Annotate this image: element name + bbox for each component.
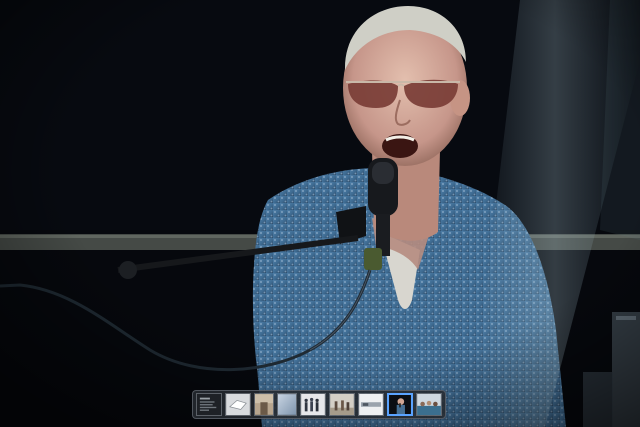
thumbnail-group-photo-icon[interactable] [300, 393, 326, 416]
main-photo [0, 0, 640, 427]
thumbnail-blue-gradient-icon[interactable] [277, 393, 297, 416]
thumbnail-crowd-icon[interactable] [416, 393, 442, 416]
image-viewer [0, 0, 640, 427]
thumbnail-singer-icon[interactable] [387, 393, 413, 416]
filmstrip [192, 390, 446, 419]
thumbnail-room-icon[interactable] [254, 393, 274, 416]
thumbnail-white-shape-icon[interactable] [225, 393, 251, 416]
thumbnail-dark-document-icon[interactable] [196, 393, 222, 416]
thumbnail-people-outdoor-icon[interactable] [329, 393, 355, 416]
thumbnail-wide-light-icon[interactable] [358, 393, 384, 416]
